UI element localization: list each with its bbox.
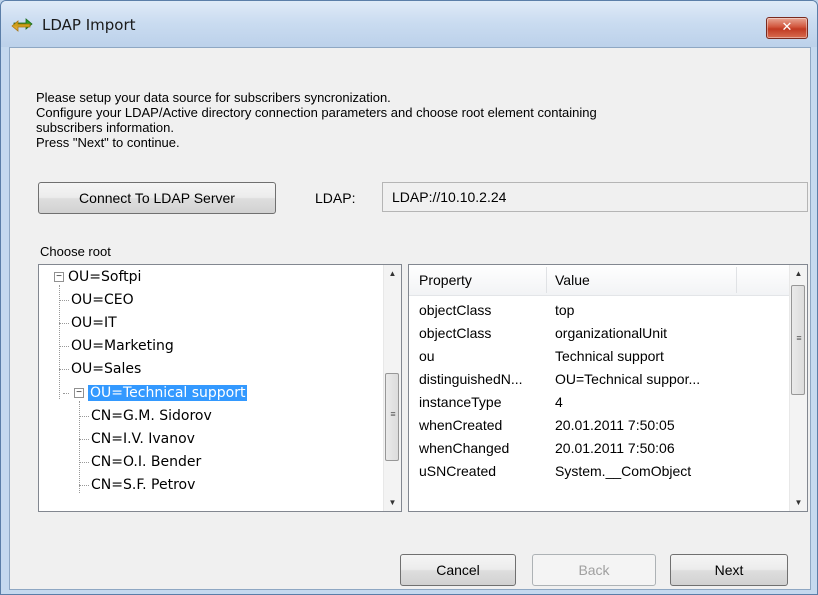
tree-item-marketing[interactable]: OU=Marketing (71, 335, 174, 357)
sync-arrows-icon (11, 18, 33, 32)
grip-icon: ≡ (796, 333, 802, 343)
tree-item-softpi[interactable]: OU=Softpi (68, 266, 141, 288)
ldap-path-field[interactable]: LDAP://10.10.2.24 (382, 182, 808, 212)
tree-item-technical-support[interactable]: OU=Technical support (88, 382, 248, 404)
scroll-up-icon[interactable]: ▲ (790, 265, 807, 282)
column-header-property[interactable]: Property (419, 265, 472, 295)
property-row[interactable]: whenChanged 20.01.2011 7:50:06 (409, 437, 791, 459)
instruction-line: subscribers information. (36, 120, 174, 135)
collapse-icon[interactable]: − (74, 388, 84, 398)
next-button[interactable]: Next (670, 554, 788, 586)
tree-item-sales[interactable]: OU=Sales (71, 358, 141, 380)
close-icon: ✕ (781, 20, 793, 35)
tree-item-ivanov[interactable]: CN=I.V. Ivanov (91, 428, 195, 450)
property-row[interactable]: instanceType 4 (409, 391, 791, 413)
ldap-label: LDAP: (315, 190, 356, 206)
root-tree-view[interactable]: − − OU=Softpi OU=CEO OU=IT OU=Marketing … (38, 264, 402, 512)
scroll-up-icon[interactable]: ▲ (384, 265, 401, 282)
collapse-icon[interactable]: − (54, 272, 64, 282)
scroll-thumb[interactable]: ≡ (385, 373, 399, 461)
properties-header: Property Value (409, 265, 791, 296)
close-button[interactable]: ✕ (766, 17, 808, 39)
property-row[interactable]: objectClass top (409, 299, 791, 321)
tree-item-sidorov[interactable]: CN=G.M. Sidorov (91, 405, 212, 427)
properties-scrollbar[interactable]: ▲ ≡ ▼ (789, 265, 807, 511)
property-row[interactable]: distinguishedN... OU=Technical suppor... (409, 368, 791, 390)
property-row[interactable]: ou Technical support (409, 345, 791, 367)
cancel-button[interactable]: Cancel (400, 554, 516, 586)
instruction-line: Press "Next" to continue. (36, 135, 180, 150)
scroll-down-icon[interactable]: ▼ (790, 494, 807, 511)
instructions-text: Please setup your data source for subscr… (36, 90, 776, 150)
choose-root-label: Choose root (40, 244, 111, 259)
tree-scrollbar[interactable]: ▲ ≡ ▼ (383, 265, 401, 511)
ldap-import-window: LDAP Import ✕ Please setup your data sou… (0, 0, 818, 595)
column-header-value[interactable]: Value (555, 265, 590, 295)
tree-item-bender[interactable]: CN=O.I. Bender (91, 451, 201, 473)
connect-ldap-button[interactable]: Connect To LDAP Server (38, 182, 276, 214)
property-row[interactable]: uSNCreated System.__ComObject (409, 460, 791, 482)
property-row[interactable]: objectClass organizationalUnit (409, 322, 791, 344)
grip-icon: ≡ (390, 409, 396, 419)
back-button[interactable]: Back (532, 554, 656, 586)
window-title: LDAP Import (42, 16, 136, 34)
properties-list[interactable]: Property Value objectClass top objectCla… (408, 264, 808, 512)
instruction-line: Please setup your data source for subscr… (36, 90, 391, 105)
tree-item-ceo[interactable]: OU=CEO (71, 289, 134, 311)
property-row[interactable]: whenCreated 20.01.2011 7:50:05 (409, 414, 791, 436)
scroll-down-icon[interactable]: ▼ (384, 494, 401, 511)
title-bar[interactable]: LDAP Import ✕ (1, 1, 817, 47)
tree-item-petrov[interactable]: CN=S.F. Petrov (91, 474, 195, 496)
instruction-line: Configure your LDAP/Active directory con… (36, 105, 597, 120)
scroll-thumb[interactable]: ≡ (791, 285, 805, 395)
dialog-client-area: Please setup your data source for subscr… (9, 47, 811, 590)
tree-item-it[interactable]: OU=IT (71, 312, 117, 334)
